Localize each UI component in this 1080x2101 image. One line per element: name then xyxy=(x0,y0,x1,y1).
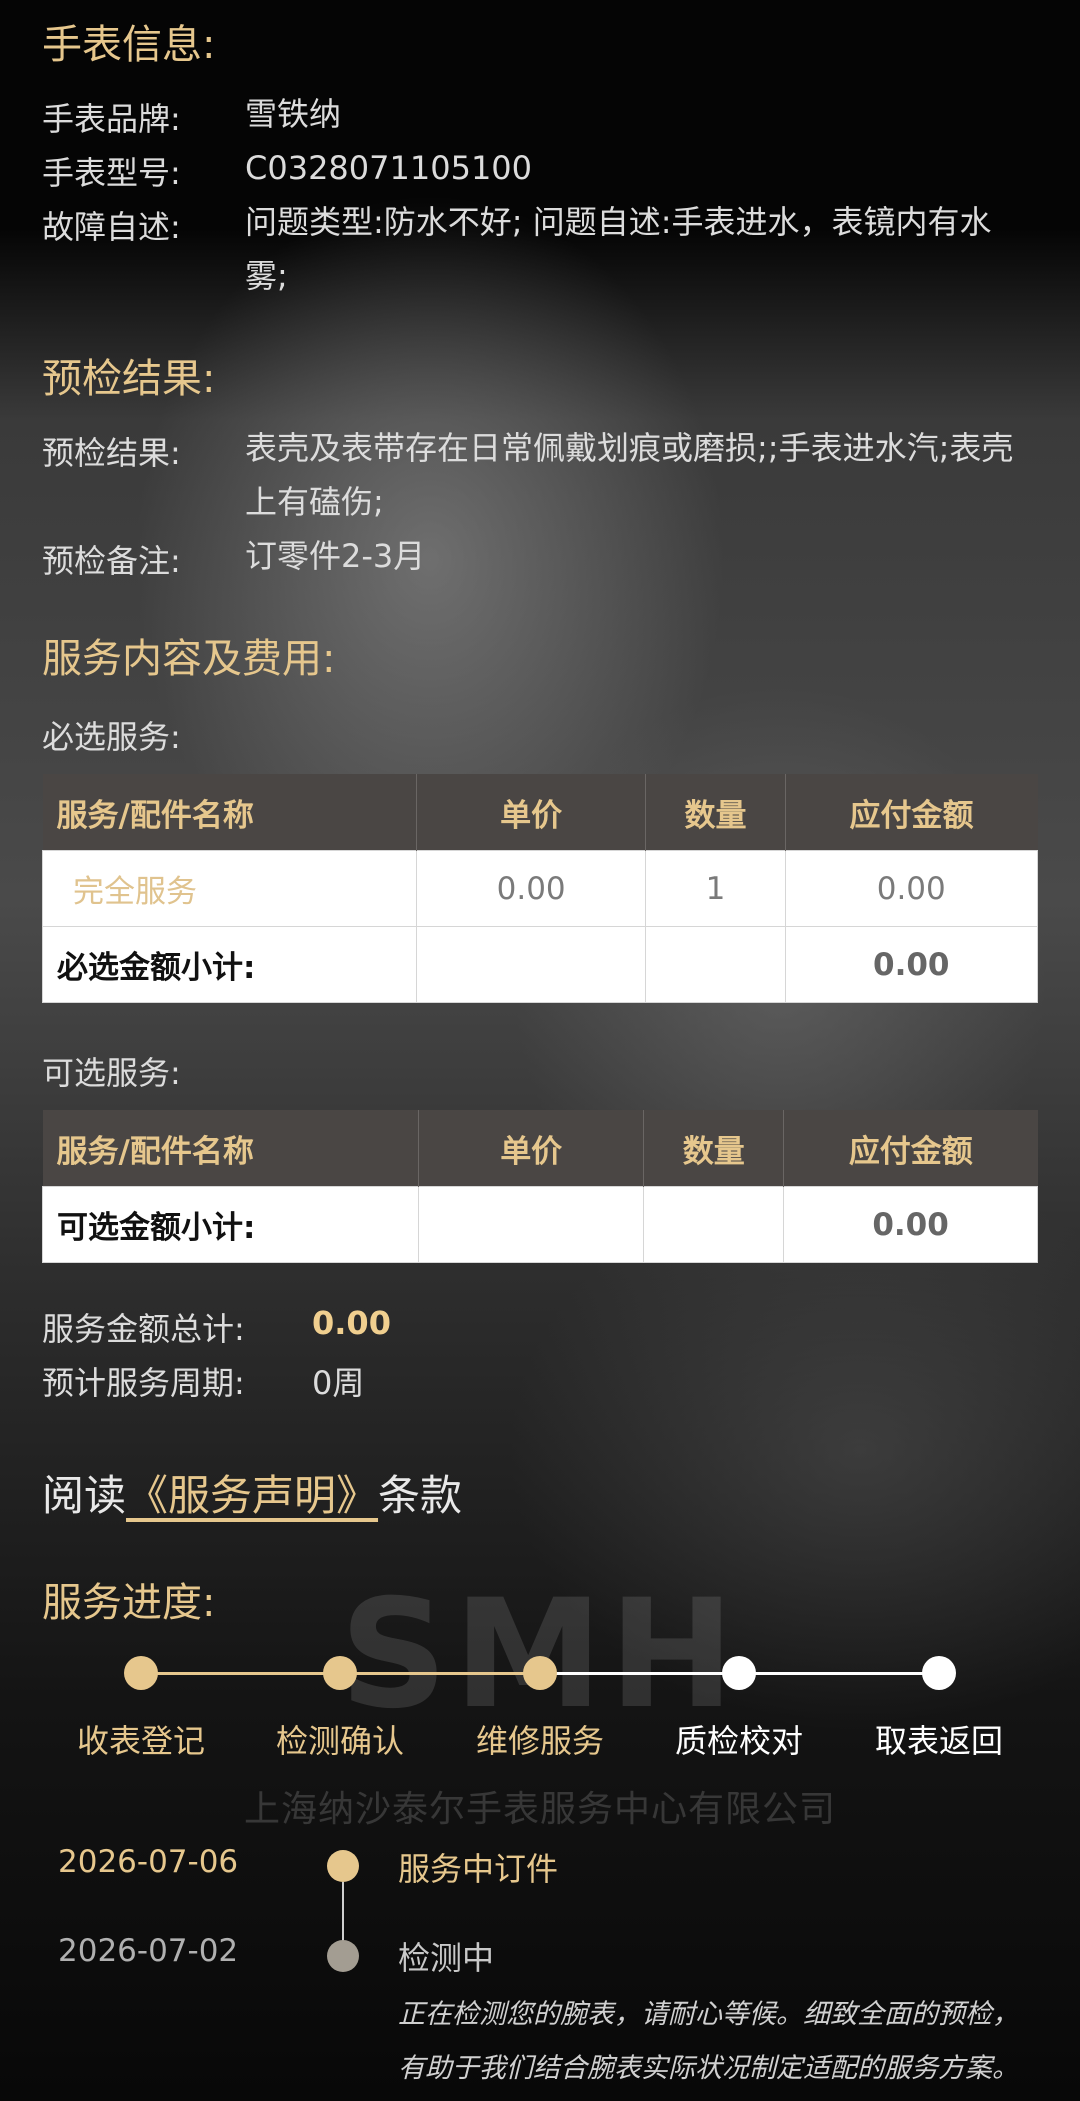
timeline-date-1: 2026-07-06 xyxy=(58,1844,239,1880)
empty-cell xyxy=(415,926,647,1003)
period-label: 预计服务周期: xyxy=(42,1364,245,1402)
service-name-cell[interactable]: 完全服务 xyxy=(42,850,417,927)
col-header-qty: 数量 xyxy=(643,1110,785,1187)
step-dot-5 xyxy=(922,1656,956,1690)
step-dot-2 xyxy=(323,1656,357,1690)
fault-value: 问题类型:防水不好; 问题自述:手表进水，表镜内有水雾; xyxy=(245,203,992,295)
step-dot-4 xyxy=(722,1656,756,1690)
brand-value: 雪铁纳 xyxy=(245,95,342,133)
subtotal-row: 必选金额小计: 0.00 xyxy=(42,926,1038,1003)
optional-subtotal-value: 0.00 xyxy=(783,1186,1038,1263)
statement-prefix: 阅读 xyxy=(42,1471,127,1520)
optional-subtotal-label: 可选金额小计: xyxy=(42,1186,419,1263)
col-header-name: 服务/配件名称 xyxy=(42,774,417,851)
service-price-cell: 0.00 xyxy=(415,850,647,927)
watch-info-title: 手表信息: xyxy=(42,22,216,68)
timeline-status-2: 检测中 xyxy=(398,1939,495,1977)
required-services-label: 必选服务: xyxy=(42,718,181,756)
brand-label: 手表品牌: xyxy=(42,100,181,138)
optional-services-label: 可选服务: xyxy=(42,1054,181,1092)
watermark-company: 上海纳沙泰尔手表服务中心有限公司 xyxy=(243,1789,836,1830)
col-header-name: 服务/配件名称 xyxy=(42,1110,419,1187)
required-subtotal-label: 必选金额小计: xyxy=(42,926,417,1003)
model-value: C0328071105100 xyxy=(245,149,533,187)
service-detail-page: SMH 上海纳沙泰尔手表服务中心有限公司 手表信息: 手表品牌: 雪铁纳 手表型… xyxy=(0,0,1080,2101)
optional-services-table: 服务/配件名称 单价 数量 应付金额 可选金额小计: 0.00 xyxy=(42,1110,1038,1263)
service-amount-cell: 0.00 xyxy=(784,850,1038,927)
col-header-price: 单价 xyxy=(416,774,647,851)
service-statement-line: 阅读《服务声明》条款 xyxy=(42,1462,462,1523)
precheck-result-value: 表壳及表带存在日常佩戴划痕或磨损;;手表进水汽;表壳上有磕伤; xyxy=(245,429,1014,521)
fault-label: 故障自述: xyxy=(42,208,181,246)
period-value: 0周 xyxy=(312,1364,365,1402)
precheck-note-value: 订零件2-3月 xyxy=(245,537,426,575)
table-header-row: 服务/配件名称 单价 数量 应付金额 xyxy=(42,1110,1038,1187)
timeline-desc-2: 正在检测您的腕表，请耐心等候。细致全面的预检，有助于我们结合腕表实际状况制定适配… xyxy=(398,1999,1019,2084)
step-label-5: 取表返回 xyxy=(874,1722,1003,1760)
col-header-amount: 应付金额 xyxy=(783,1110,1038,1187)
model-label: 手表型号: xyxy=(42,154,181,192)
table-header-row: 服务/配件名称 单价 数量 应付金额 xyxy=(42,774,1038,851)
empty-cell xyxy=(645,926,786,1003)
total-label: 服务金额总计: xyxy=(42,1310,245,1348)
progress-steps: 收表登记 检测确认 维修服务 质检校对 取表返回 xyxy=(0,1640,1080,1760)
timeline-date-2: 2026-07-02 xyxy=(58,1933,239,1969)
precheck-title: 预检结果: xyxy=(42,356,216,402)
step-label-1: 收表登记 xyxy=(76,1722,205,1760)
step-dot-1 xyxy=(124,1656,158,1690)
service-statement-link[interactable]: 《服务声明》 xyxy=(126,1471,378,1520)
required-services-table: 服务/配件名称 单价 数量 应付金额 完全服务 0.00 1 0.00 必选金额… xyxy=(42,774,1038,1003)
timeline-dot-current xyxy=(327,1850,359,1882)
table-row: 完全服务 0.00 1 0.00 xyxy=(42,850,1038,927)
required-subtotal-value: 0.00 xyxy=(784,926,1038,1003)
subtotal-row: 可选金额小计: 0.00 xyxy=(42,1186,1038,1263)
statement-suffix: 条款 xyxy=(378,1471,463,1520)
col-header-amount: 应付金额 xyxy=(785,774,1038,851)
empty-cell xyxy=(643,1186,785,1263)
timeline-dot-past xyxy=(327,1940,359,1972)
col-header-qty: 数量 xyxy=(645,774,786,851)
timeline-status-1: 服务中订件 xyxy=(398,1850,559,1888)
step-dot-3 xyxy=(523,1656,557,1690)
precheck-result-label: 预检结果: xyxy=(42,434,181,472)
total-value: 0.00 xyxy=(312,1304,391,1342)
empty-cell xyxy=(417,1186,645,1263)
step-label-4: 质检校对 xyxy=(674,1722,803,1760)
service-qty-cell: 1 xyxy=(645,850,786,927)
step-label-3: 维修服务 xyxy=(475,1722,604,1760)
precheck-note-label: 预检备注: xyxy=(42,542,181,580)
col-header-price: 单价 xyxy=(418,1110,645,1187)
services-title: 服务内容及费用: xyxy=(42,636,336,682)
step-label-2: 检测确认 xyxy=(275,1722,404,1760)
progress-title: 服务进度: xyxy=(42,1580,216,1626)
